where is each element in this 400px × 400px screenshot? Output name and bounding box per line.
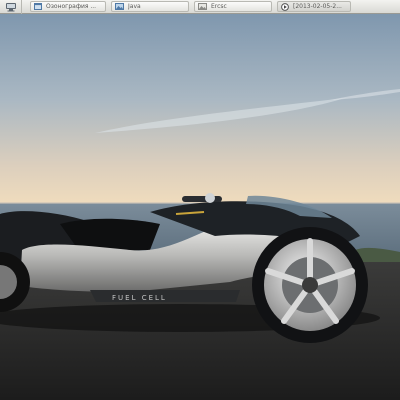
taskbar-item-media[interactable]: [2013-02-05-2... [277,1,351,12]
start-menu-button[interactable] [0,0,22,14]
taskbar-item-label: Ercsc [211,3,227,10]
image-icon [198,3,207,10]
sky [0,14,400,204]
taskbar-item-label: [2013-02-05-2... [293,3,342,10]
image-icon [115,3,124,10]
taskbar: Озонография ... Java Ercsc [2013-02-05-2… [0,0,400,14]
computer-icon [5,2,16,11]
taskbar-item-document[interactable]: Озонография ... [30,1,106,12]
fuel-cell-decal: FUEL CELL [112,294,167,302]
trike-vehicle: FUEL CELL [0,193,380,343]
taskbar-item-java[interactable]: Java [111,1,189,12]
media-icon [281,2,289,11]
taskbar-item-label: Озонография ... [46,3,97,10]
taskbar-item-label: Java [128,3,141,10]
window-icon [34,3,42,10]
taskbar-item-ercsc[interactable]: Ercsc [194,1,272,12]
desktop-wallpaper: FUEL CELL [0,14,400,400]
